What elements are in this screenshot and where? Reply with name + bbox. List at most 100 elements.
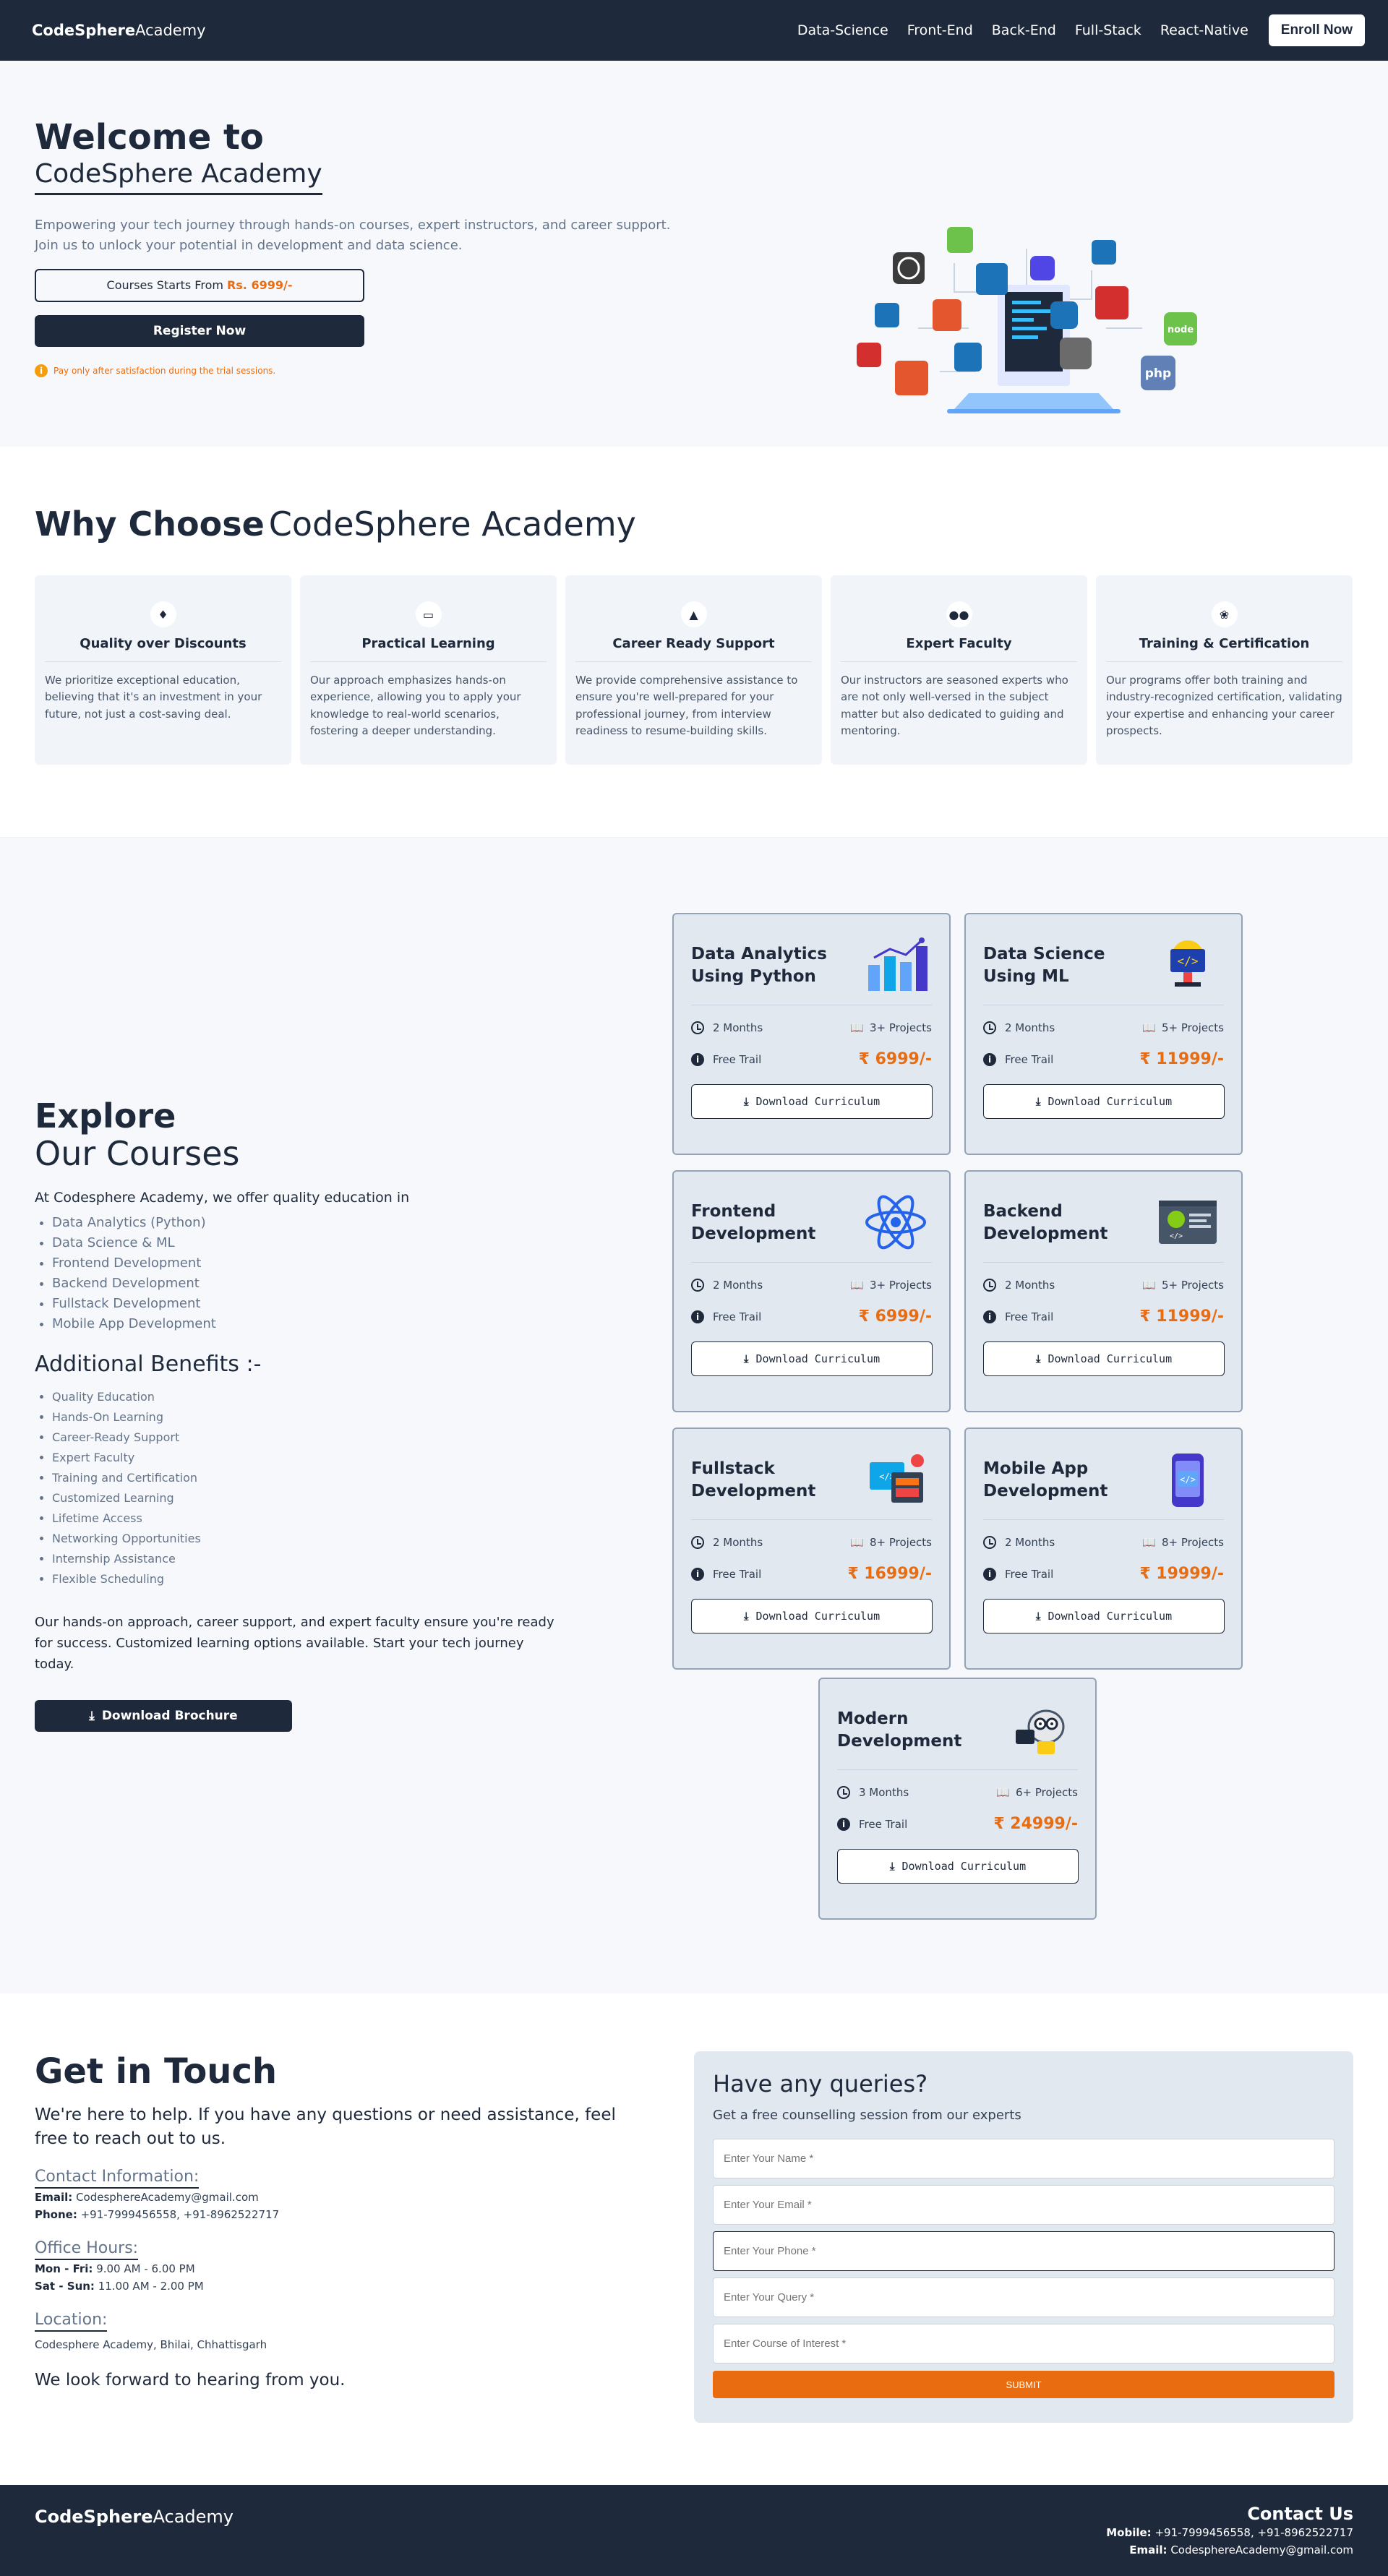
email-line: Email: CodesphereAcademy@gmail.com	[35, 2189, 627, 2206]
courses-title: Explore	[35, 1096, 176, 1135]
download-brochure-button[interactable]: ⤓ Download Brochure	[35, 1699, 292, 1732]
email-input[interactable]	[713, 2185, 1335, 2225]
graduation-cap-icon: ▲	[680, 601, 707, 627]
list-item: Networking Opportunities	[52, 1529, 555, 1549]
download-label: Download Curriculum	[755, 1610, 881, 1623]
joomla-icon	[976, 263, 1008, 295]
list-item: Frontend Development	[52, 1253, 555, 1274]
nav-link-back-end[interactable]: Back-End	[992, 22, 1056, 38]
email-value[interactable]: CodesphereAcademy@gmail.com	[76, 2191, 259, 2204]
why-title-bold: Why Choose	[35, 505, 265, 544]
price-amount: Rs. 6999/-	[226, 278, 293, 293]
nav-link-react-native[interactable]: React-Native	[1160, 22, 1248, 38]
footer-email-value[interactable]: CodesphereAcademy@gmail.com	[1170, 2543, 1353, 2556]
apple-icon	[1060, 338, 1092, 369]
weekday-value: 9.00 AM - 6.00 PM	[96, 2262, 195, 2275]
phone-label: Phone:	[35, 2207, 77, 2221]
meta-row: i Free Trail ₹ 11999/-	[983, 1050, 1224, 1068]
course-card-backend: Backend Development </> 2 Months 📖 5+ Proj…	[964, 1170, 1243, 1412]
courses-intro: Explore Our Courses At Codesphere Academ…	[35, 1098, 555, 1732]
download-label: Download Curriculum	[755, 1095, 881, 1108]
download-curriculum-button[interactable]: ⤓ Download Curriculum	[983, 1341, 1225, 1376]
meta-row: i Free Trail ₹ 6999/-	[691, 1050, 932, 1068]
duration: 2 Months	[713, 1021, 763, 1034]
trial-label: Free Trail	[713, 1310, 762, 1323]
course-title: Data Science Using ML	[983, 945, 1105, 987]
download-label: Download Curriculum	[1048, 1095, 1173, 1108]
footer-email-label: Email:	[1129, 2543, 1168, 2556]
download-curriculum-button[interactable]: ⤓ Download Curriculum	[691, 1341, 933, 1376]
hero-subtitle: CodeSphere Academy	[35, 159, 322, 195]
nav-link-full-stack[interactable]: Full-Stack	[1075, 22, 1141, 38]
book-icon: 📖	[996, 1786, 1010, 1799]
phone-value[interactable]: +91-7999456558, +91-8962522717	[81, 2208, 280, 2221]
info-icon: i	[691, 1052, 704, 1066]
submit-button[interactable]: SUBMIT	[713, 2371, 1335, 2398]
download-icon: ⤓	[743, 1610, 749, 1623]
download-icon: ⤓	[743, 1095, 749, 1108]
query-form: Have any queries? Get a free counselling…	[694, 2051, 1353, 2423]
feature-card-certification: ❀ Training & Certification Our programs …	[1096, 575, 1353, 765]
feature-title: Quality over Discounts	[45, 636, 281, 662]
card-header: Data Science Using ML </>	[983, 930, 1224, 1005]
footer-email: Email: CodesphereAcademy@gmail.com	[1106, 2541, 1353, 2559]
clock-icon	[983, 1021, 996, 1034]
meta-row: i Free Trail ₹ 6999/-	[691, 1308, 932, 1326]
duration: 2 Months	[713, 1279, 763, 1292]
courses-intro-text: At Codesphere Academy, we offer quality …	[35, 1190, 410, 1206]
download-curriculum-button[interactable]: ⤓ Download Curriculum	[837, 1849, 1079, 1884]
clock-icon	[691, 1021, 704, 1034]
why-choose-section: Why Choose CodeSphere Academy ♦ Quality o…	[0, 447, 1388, 837]
book-icon: 📖	[1142, 1021, 1156, 1034]
query-input[interactable]	[713, 2277, 1335, 2317]
course-title: Data Analytics Using Python	[691, 945, 827, 987]
contact-info-heading: Contact Information:	[35, 2168, 200, 2189]
course-title: Fullstack Development	[691, 1459, 816, 1501]
nav-link-front-end[interactable]: Front-End	[907, 22, 973, 38]
feature-text: Our approach emphasizes hands-on experie…	[310, 674, 521, 737]
meta-row: 2 Months 📖 3+ Projects	[691, 1021, 932, 1034]
enroll-now-button[interactable]: Enroll Now	[1268, 14, 1365, 46]
course-interest-input[interactable]	[713, 2324, 1335, 2364]
download-curriculum-button[interactable]: ⤓ Download Curriculum	[983, 1084, 1225, 1119]
download-curriculum-button[interactable]: ⤓ Download Curriculum	[691, 1084, 933, 1119]
name-input[interactable]	[713, 2139, 1335, 2178]
book-icon: 📖	[850, 1021, 864, 1034]
download-curriculum-button[interactable]: ⤓ Download Curriculum	[983, 1599, 1225, 1633]
list-item: Lifetime Access	[52, 1508, 555, 1529]
register-now-button[interactable]: Register Now	[35, 314, 364, 347]
list-item: Data Science & ML	[52, 1233, 555, 1253]
info-icon: i	[35, 364, 48, 377]
footer-mobile-value[interactable]: +91-7999456558, +91-8962522717	[1154, 2526, 1353, 2539]
meta-row: 2 Months 📖 8+ Projects	[983, 1536, 1224, 1549]
form-title: Have any queries?	[713, 2070, 928, 2098]
meta-row: i Free Trail ₹ 19999/-	[983, 1565, 1224, 1583]
footer-brand[interactable]: CodeSphereAcademy	[35, 2507, 234, 2527]
weekend-value: 11.00 AM - 2.00 PM	[98, 2279, 204, 2293]
contact-title: Get in Touch	[35, 2051, 278, 2092]
hero-title: Welcome to	[35, 117, 264, 158]
bar-chart-icon	[868, 937, 928, 991]
html5-icon	[933, 299, 961, 331]
css3-icon	[954, 343, 982, 372]
course-card-mobile: Mobile App Development </> 2 Months 📖 8+ P…	[964, 1427, 1243, 1670]
phone-input[interactable]	[713, 2231, 1335, 2271]
course-card-fullstack: Fullstack Development </> 2 Months 📖 8+ Pr…	[672, 1427, 951, 1670]
feature-card-practical: ▭ Practical Learning Our approach emphas…	[300, 575, 557, 765]
clock-icon	[983, 1279, 996, 1292]
course-card-frontend: Frontend Development 2 Months 📖 3+ Project…	[672, 1170, 951, 1412]
benefits-title: Additional Benefits :-	[35, 1352, 262, 1378]
duration: 2 Months	[1005, 1536, 1055, 1549]
brand-logo[interactable]: CodeSphereAcademy	[32, 22, 206, 39]
clock-icon	[983, 1536, 996, 1549]
meta-row: i Free Trail ₹ 11999/-	[983, 1308, 1224, 1326]
course-price-box: Courses Starts From Rs. 6999/-	[35, 268, 364, 302]
nav-link-data-science[interactable]: Data-Science	[797, 22, 888, 38]
svg-text:</>: </>	[1170, 1232, 1183, 1240]
svg-text:php: php	[1145, 366, 1171, 381]
projects: 6+ Projects	[1015, 1786, 1078, 1799]
course-card-modern: Modern Development 3 Months 📖 6+ Projects …	[818, 1678, 1097, 1920]
meta-row: 2 Months 📖 3+ Projects	[691, 1279, 932, 1292]
feature-title: Career Ready Support	[575, 636, 812, 662]
download-curriculum-button[interactable]: ⤓ Download Curriculum	[691, 1599, 933, 1633]
